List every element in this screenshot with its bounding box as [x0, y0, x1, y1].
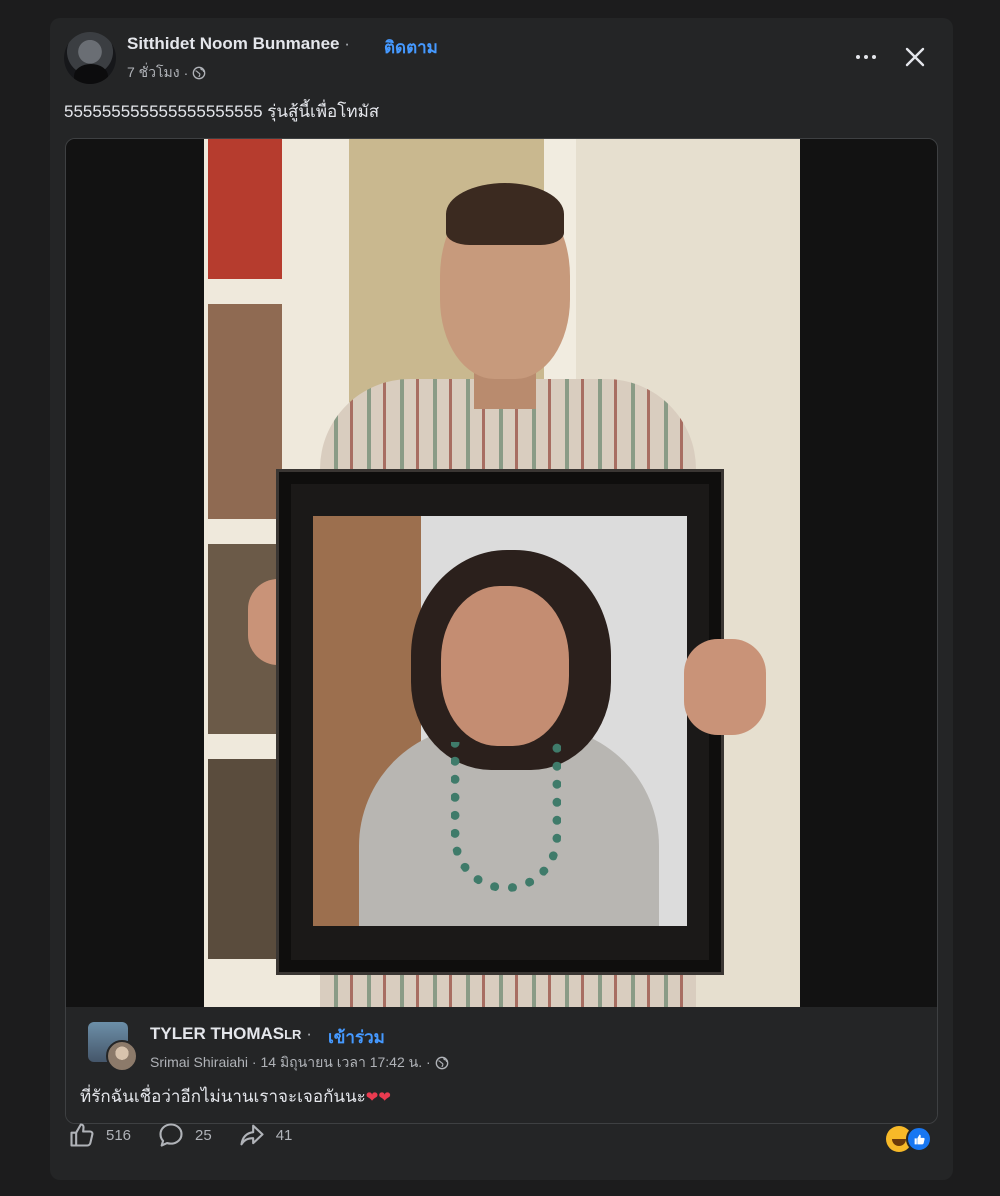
shared-post-details: TYLER THOMASLR · เข้าร่วม Srimai Shiraia… — [66, 1007, 937, 1123]
share-icon — [240, 1124, 264, 1146]
like-count: 516 — [106, 1126, 132, 1144]
comment-icon — [159, 1123, 183, 1147]
like-button[interactable]: 516 — [68, 1121, 131, 1149]
more-dot — [872, 55, 876, 59]
close-button[interactable] — [898, 40, 932, 74]
more-options-button[interactable] — [846, 42, 886, 72]
more-dot — [856, 55, 860, 59]
like-reaction-icon — [906, 1126, 932, 1152]
photo-man-holding-frame — [204, 139, 800, 1007]
portrait-necklace — [451, 742, 561, 892]
post-author-line: Sitthidet Noom Bunmanee · — [127, 34, 350, 54]
shared-meta-text[interactable]: Srimai Shiraiahi · 14 มิถุนายน เวลา 17:4… — [150, 1052, 431, 1074]
separator-dot: · — [183, 65, 189, 81]
author-name[interactable]: Sitthidet Noom Bunmanee — [127, 34, 340, 53]
photo-pane — [208, 139, 282, 279]
thumbs-up-icon — [914, 1134, 925, 1144]
separator-dot: · — [344, 34, 350, 53]
author-avatar[interactable] — [64, 32, 116, 84]
shared-post-meta: Srimai Shiraiahi · 14 มิถุนายน เวลา 17:4… — [150, 1052, 449, 1074]
shared-author-name[interactable]: TYLER THOMAS — [150, 1024, 284, 1043]
share-count: 41 — [275, 1126, 293, 1144]
photo-picture-frame — [276, 469, 724, 975]
comment-count: 25 — [195, 1126, 212, 1144]
shared-text: ที่รักฉันเชื่อว่าอีกไม่นานเราจะเจอกันนะ — [80, 1087, 366, 1106]
join-button[interactable]: เข้าร่วม — [328, 1024, 385, 1051]
photo-pane — [208, 759, 282, 959]
post-text: 555555555555555555555 รุ่นสู้นี้เพื่อโทม… — [64, 102, 380, 121]
close-icon — [905, 47, 925, 67]
portrait-face — [441, 586, 569, 746]
thumbs-up-icon — [70, 1123, 94, 1147]
shared-post-text: ที่รักฉันเชื่อว่าอีกไม่นานเราจะเจอกันนะ❤… — [80, 1083, 391, 1110]
shared-author-line: TYLER THOMASLR · — [150, 1024, 312, 1044]
more-dot — [864, 55, 868, 59]
globe-icon — [192, 66, 206, 80]
post-time[interactable]: 7 ชั่วโมง — [127, 62, 180, 84]
heart-emojis: ❤❤ — [365, 1089, 391, 1106]
comment-button[interactable]: 25 — [157, 1121, 212, 1149]
follow-button[interactable]: ติดตาม — [384, 34, 438, 61]
member-avatar — [106, 1040, 138, 1072]
share-button[interactable]: 41 — [238, 1121, 293, 1149]
photo-pane — [208, 304, 282, 519]
post-card: Sitthidet Noom Bunmanee · ติดตาม 7 ชั่วโ… — [50, 18, 953, 1180]
photo-man-hair — [446, 183, 564, 245]
framed-portrait — [313, 516, 687, 926]
globe-icon — [435, 1056, 448, 1070]
photo-hand — [684, 639, 766, 735]
separator-dot: · — [306, 1024, 312, 1043]
reaction-summary[interactable] — [886, 1124, 936, 1154]
shared-photo[interactable] — [66, 139, 937, 1007]
shared-author-avatar[interactable] — [88, 1022, 138, 1072]
shared-post[interactable]: TYLER THOMASLR · เข้าร่วม Srimai Shiraia… — [65, 138, 938, 1124]
post-meta: 7 ชั่วโมง · — [127, 62, 206, 84]
shared-author-suffix: LR — [284, 1027, 302, 1042]
action-bar: 516 25 41 — [68, 1118, 318, 1152]
